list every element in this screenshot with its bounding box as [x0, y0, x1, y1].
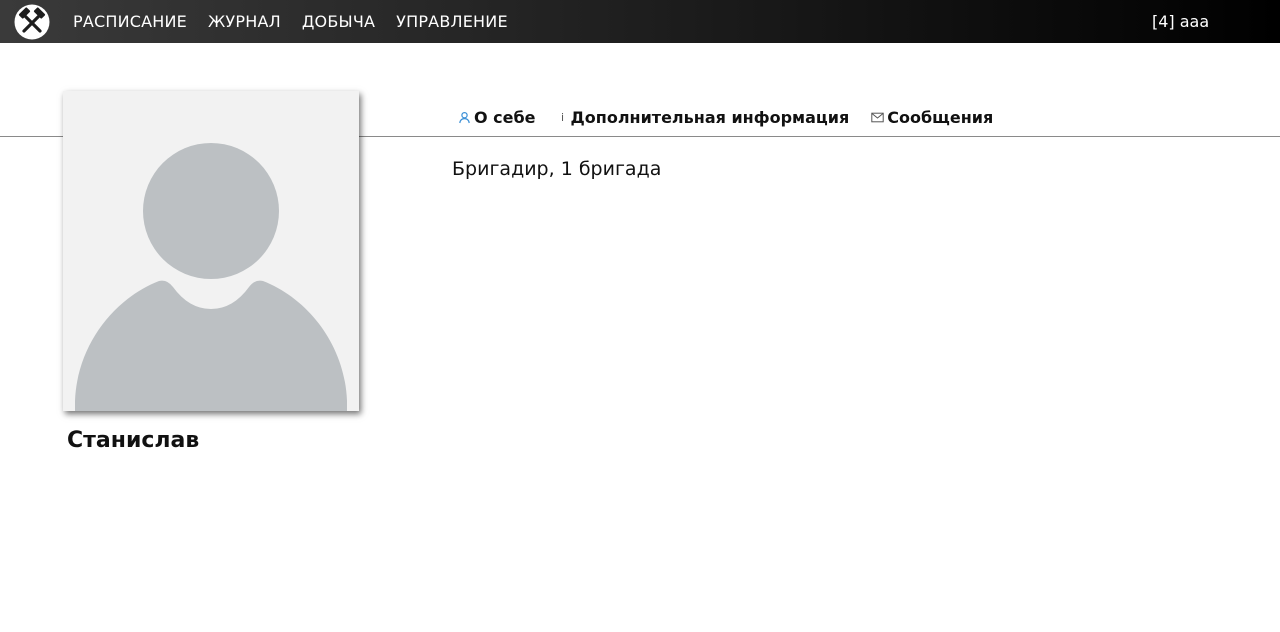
profile-tabs: О себе i Дополнительная информация Сообщ…: [458, 105, 1015, 129]
nav-item-production[interactable]: ДОБЫЧА: [302, 12, 375, 31]
avatar: [63, 91, 359, 411]
nav-item-schedule[interactable]: РАСПИСАНИЕ: [73, 12, 187, 31]
nav-item-management[interactable]: УПРАВЛЕНИЕ: [396, 12, 508, 31]
tab-additional-info-label: Дополнительная информация: [570, 107, 850, 127]
top-navigation-bar: РАСПИСАНИЕ ЖУРНАЛ ДОБЫЧА УПРАВЛЕНИЕ [4] …: [0, 0, 1280, 43]
tab-about[interactable]: О себе: [458, 108, 536, 127]
main-menu: РАСПИСАНИЕ ЖУРНАЛ ДОБЫЧА УПРАВЛЕНИЕ: [73, 0, 529, 43]
tab-messages[interactable]: Сообщения: [871, 108, 993, 127]
user-placeholder-icon: [75, 143, 347, 411]
crossed-hammers-icon[interactable]: [14, 4, 50, 40]
nav-item-journal[interactable]: ЖУРНАЛ: [208, 12, 281, 31]
envelope-icon: [871, 112, 884, 123]
info-icon: i: [561, 110, 565, 124]
tab-additional-info[interactable]: i Дополнительная информация: [558, 107, 850, 127]
profile-role: Бригадир, 1 бригада: [452, 158, 662, 180]
profile-name: Станислав: [67, 428, 200, 453]
user-menu[interactable]: [4] aaa: [1152, 0, 1209, 43]
user-icon: [458, 111, 471, 124]
tab-about-label: О себе: [474, 107, 536, 127]
tab-messages-label: Сообщения: [887, 107, 994, 127]
